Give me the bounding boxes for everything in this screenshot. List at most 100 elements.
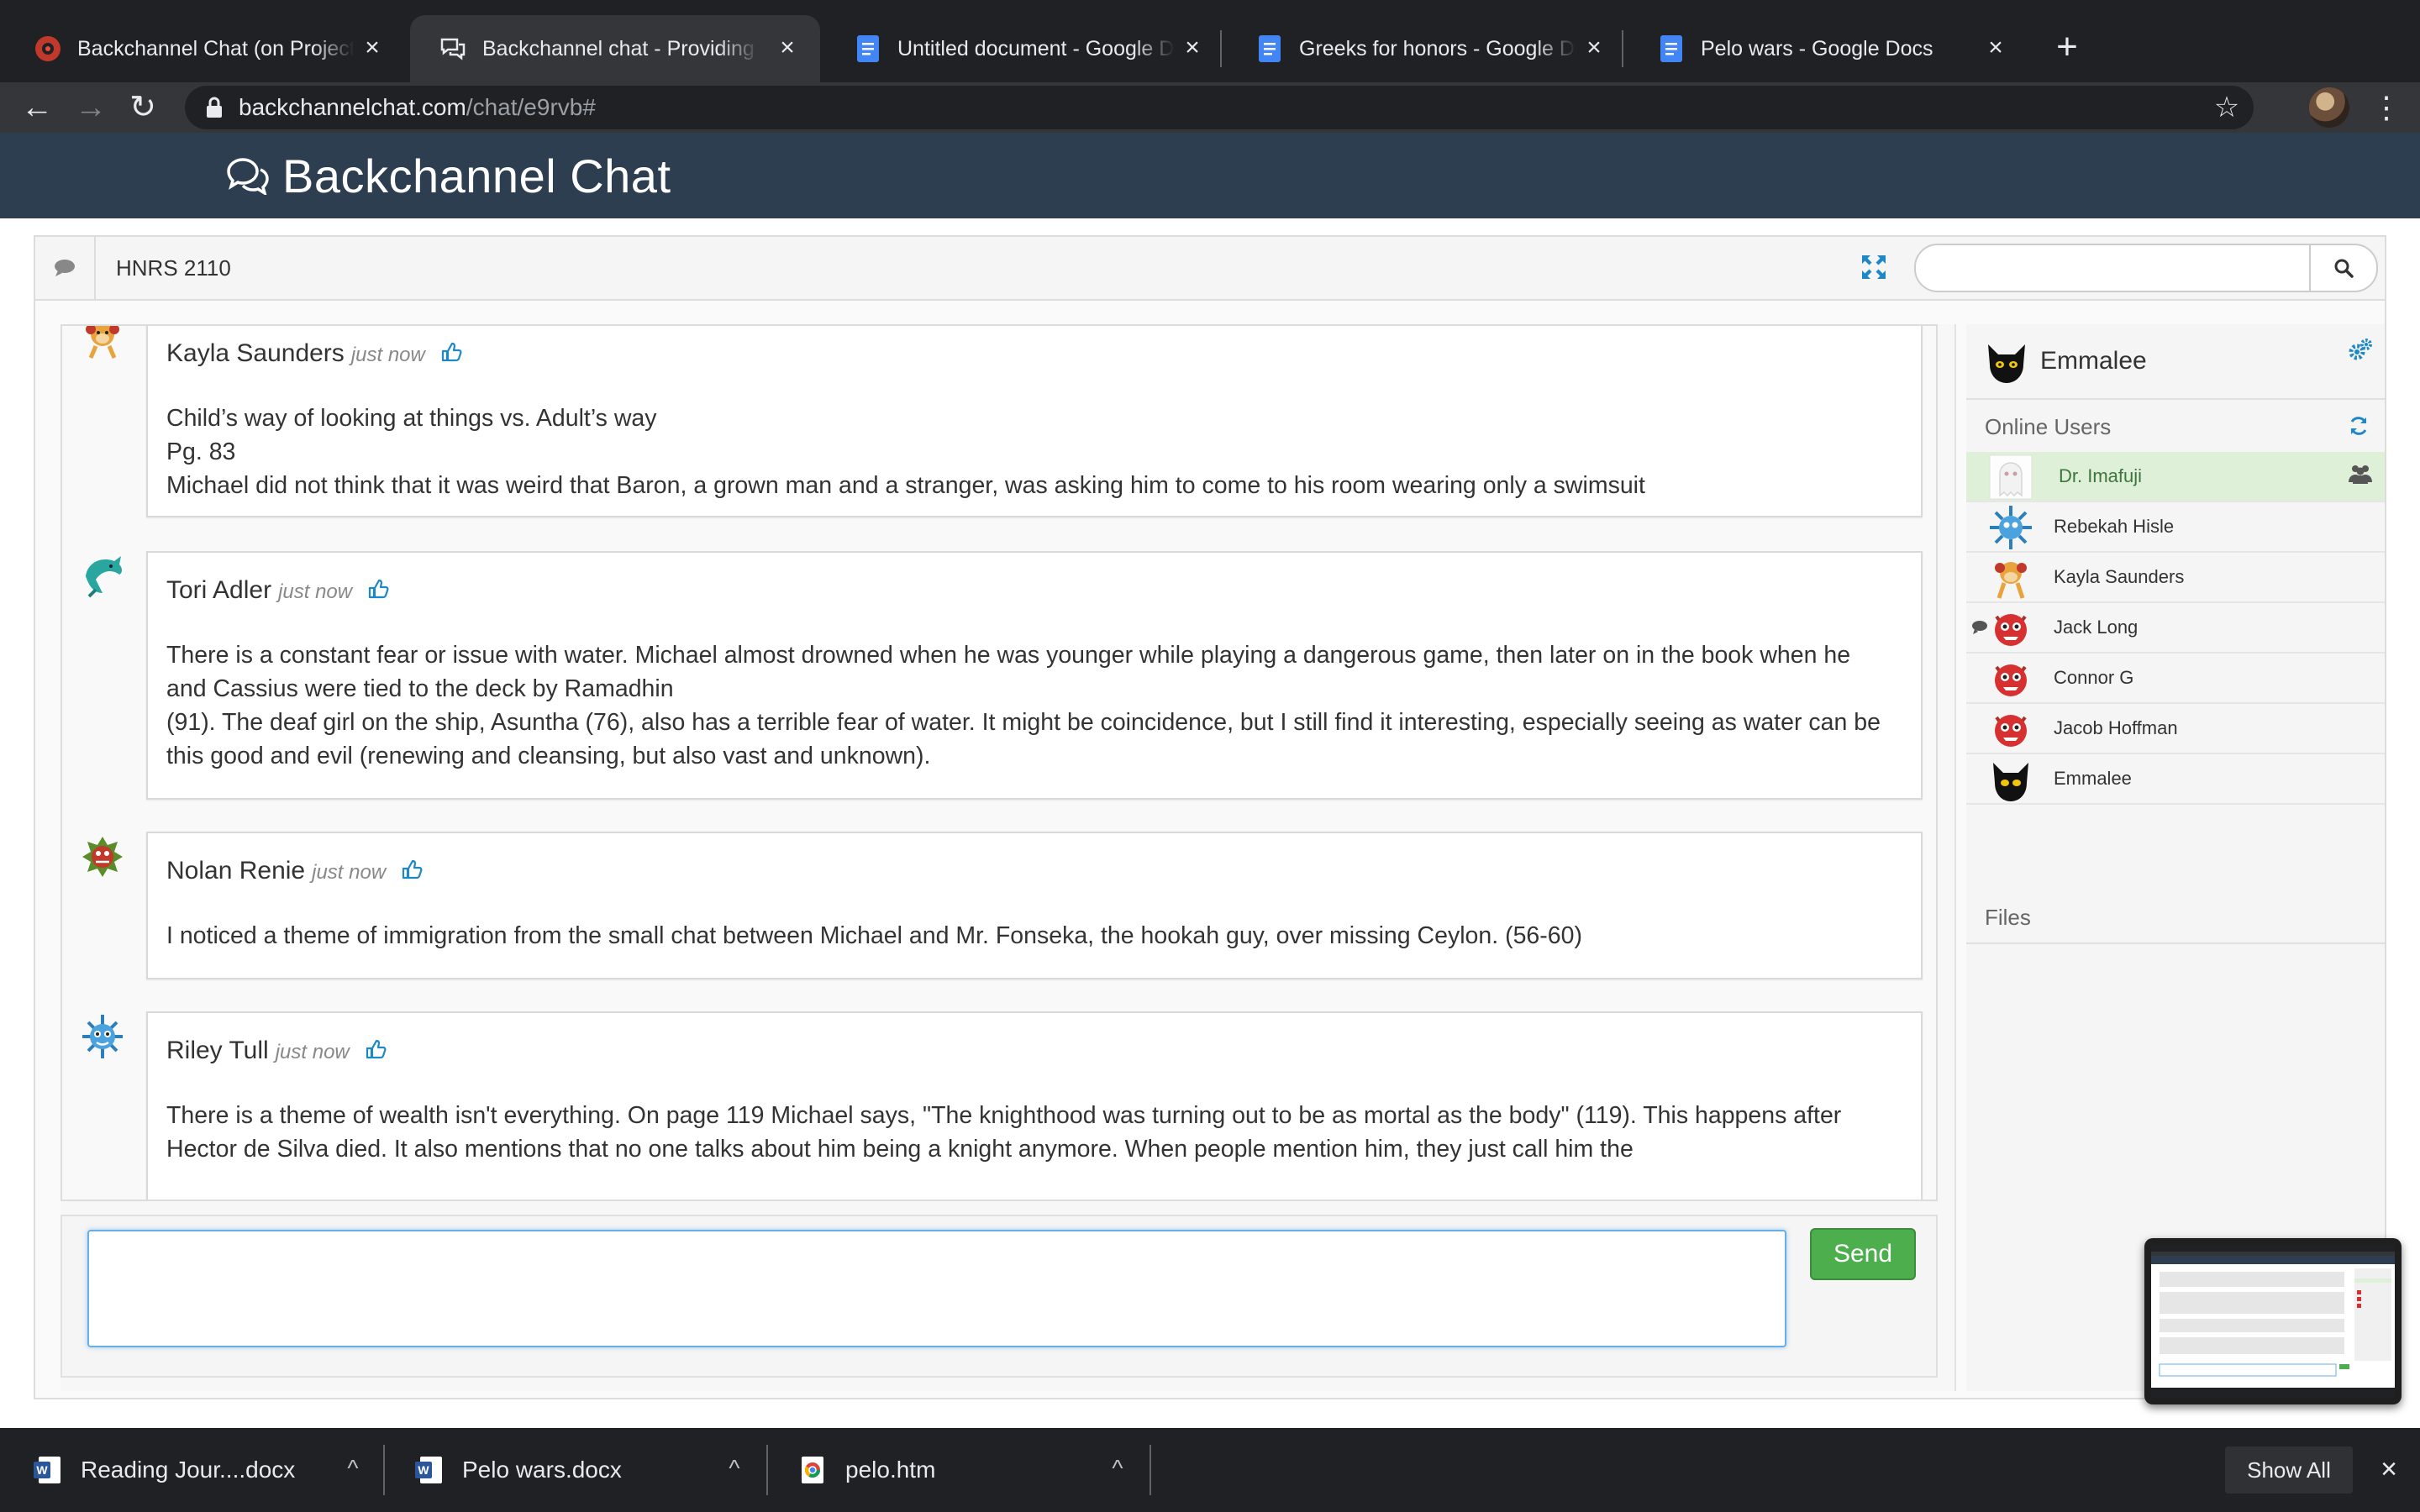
send-button[interactable]: Send [1810,1228,1916,1280]
message-time: just now [278,580,353,603]
svg-text:W: W [36,1463,48,1477]
online-user-item[interactable]: Emmalee [1966,754,2385,805]
black-cat-avatar [1988,344,2025,383]
online-users-header: Online Users [1966,400,2385,454]
forward-arrow-icon[interactable]: → [71,87,111,128]
url-host: backchannelchat.com [239,94,466,120]
current-user-header: Emmalee [1966,324,2385,400]
google-docs-favicon [1657,34,1686,63]
message-bubble: Kayla Saunders just now Child’s way of lo… [146,326,1923,517]
chat-column: Kayla Saunders just now Child’s way of lo… [60,324,1956,1391]
online-user-item[interactable]: Connor G [1966,654,2385,704]
message-header: Nolan Renie just now [166,857,423,885]
close-downloads-icon[interactable]: × [2370,1448,2408,1490]
downloads-bar: W Reading Jour....docx ^ W Pelo wars.doc… [0,1428,2420,1512]
close-tab-icon[interactable]: × [773,34,802,62]
online-user-name: Rebekah Hisle [2054,516,2175,537]
message-bubble: Tori Adler just now There is a constant f… [146,551,1923,800]
message-line: I noticed a theme of immigration from th… [166,922,1582,949]
tab-separator [1622,30,1623,67]
message-list[interactable]: Kayla Saunders just now Child’s way of lo… [60,324,1938,1201]
close-tab-icon[interactable]: × [1580,34,1608,62]
online-user-item[interactable]: Jacob Hoffman [1966,704,2385,754]
online-user-item[interactable]: Dr. Imafuji [1966,452,2385,502]
settings-gears-icon[interactable] [2348,338,2373,363]
back-arrow-icon[interactable]: ← [17,87,57,128]
browser-tab[interactable]: Untitled document - Google Docs × [825,15,1225,82]
chevron-up-icon[interactable]: ^ [1101,1452,1134,1485]
screenshot-preview-image [2151,1245,2395,1398]
refresh-icon[interactable] [2348,415,2370,437]
message-body: Child’s way of looking at things vs. Adu… [166,402,1896,502]
red-monster-avatar [1995,664,2027,696]
red-monster-avatar [1995,715,2027,747]
download-separator [1150,1445,1151,1495]
close-tab-icon[interactable]: × [1981,34,2010,62]
browser-menu-icon[interactable]: ⋮ [2370,87,2403,128]
close-tab-icon[interactable]: × [358,34,387,62]
profile-avatar[interactable] [2309,87,2349,128]
message-line: There is a constant fear or issue with w… [166,642,1851,702]
google-docs-favicon [1255,34,1284,63]
search-input[interactable] [1914,244,2311,292]
message-body: There is a constant fear or issue with w… [166,638,1896,773]
download-separator [383,1445,385,1495]
thumbs-up-icon[interactable] [401,858,423,880]
browser-tab-strip: Backchannel Chat (on Projector) × Backch… [0,0,2420,82]
browser-tab[interactable]: Greeks for honors - Google Docs × [1227,15,1627,82]
search-icon [2334,259,2354,278]
panel-header: HNRS 2110 [35,237,2385,301]
online-user-name: Jacob Hoffman [2054,717,2178,738]
search-button[interactable] [2309,244,2378,292]
reload-icon[interactable]: ↻ [123,87,163,128]
message-author[interactable]: Tori Adler [166,576,271,604]
close-tab-icon[interactable]: × [1178,34,1207,62]
bookmark-star-icon[interactable]: ☆ [2208,89,2245,126]
download-item[interactable]: pelo.htm ^ [798,1443,1160,1497]
brand-title: Backchannel Chat [282,149,671,202]
red-monster-avatar [1995,614,2027,646]
monkey-avatar [1995,562,2027,599]
url-text: backchannelchat.com/chat/e9rvb# [239,92,596,123]
thumbs-up-icon[interactable] [440,341,462,363]
compose-area: Send [60,1215,1938,1378]
chevron-up-icon[interactable]: ^ [718,1452,751,1485]
address-bar[interactable]: backchannelchat.com/chat/e9rvb# ☆ [185,86,2254,129]
brand-logo[interactable]: Backchannel Chat [225,148,671,203]
message-bubble: Nolan Renie just now I noticed a theme of… [146,832,1923,979]
online-user-item[interactable]: Jack Long [1966,603,2385,654]
url-path: /chat/e9rvb# [466,94,596,120]
download-item[interactable]: W Reading Jour....docx ^ [34,1443,395,1497]
group-users-icon [2349,465,2372,484]
screenshot-thumbnail[interactable] [2144,1238,2402,1404]
browser-tab[interactable]: Pelo wars - Google Docs × [1628,15,2028,82]
search-group [1914,244,2378,292]
new-tab-button[interactable]: + [2042,24,2092,74]
tab-title: Pelo wars - Google Docs [1701,36,1933,60]
message-line: Child’s way of looking at things vs. Adu… [166,405,657,432]
fullscreen-expand-icon[interactable] [1859,252,1889,282]
message-author[interactable]: Riley Tull [166,1037,269,1064]
online-user-item[interactable]: Kayla Saunders [1966,553,2385,603]
app-header: Backchannel Chat [0,133,2420,218]
show-all-downloads-button[interactable]: Show All [2225,1446,2353,1494]
thumbs-up-icon[interactable] [367,578,389,600]
thumbs-up-icon[interactable] [365,1038,387,1060]
message-input[interactable] [87,1230,1786,1347]
message-author[interactable]: Kayla Saunders [166,339,345,367]
download-filename: Reading Jour....docx [81,1457,296,1483]
room-name: HNRS 2110 [116,255,231,281]
browser-tab-active[interactable]: Backchannel chat - Providing a × [410,15,820,82]
dolphin-avatar [86,556,122,598]
online-user-item[interactable]: Rebekah Hisle [1966,502,2385,553]
browser-toolbar: ← → ↻ backchannelchat.com/chat/e9rvb# ☆ … [0,82,2420,133]
files-header[interactable]: Files [1966,892,2385,944]
message-author[interactable]: Nolan Renie [166,857,305,885]
message-time: just now [312,861,387,884]
message-time: just now [350,344,425,366]
download-item[interactable]: W Pelo wars.docx ^ [415,1443,776,1497]
lock-icon[interactable] [203,96,225,119]
black-cat-avatar [1993,763,2028,801]
browser-tab[interactable]: Backchannel Chat (on Projector) × [5,15,405,82]
chevron-up-icon[interactable]: ^ [336,1452,370,1485]
